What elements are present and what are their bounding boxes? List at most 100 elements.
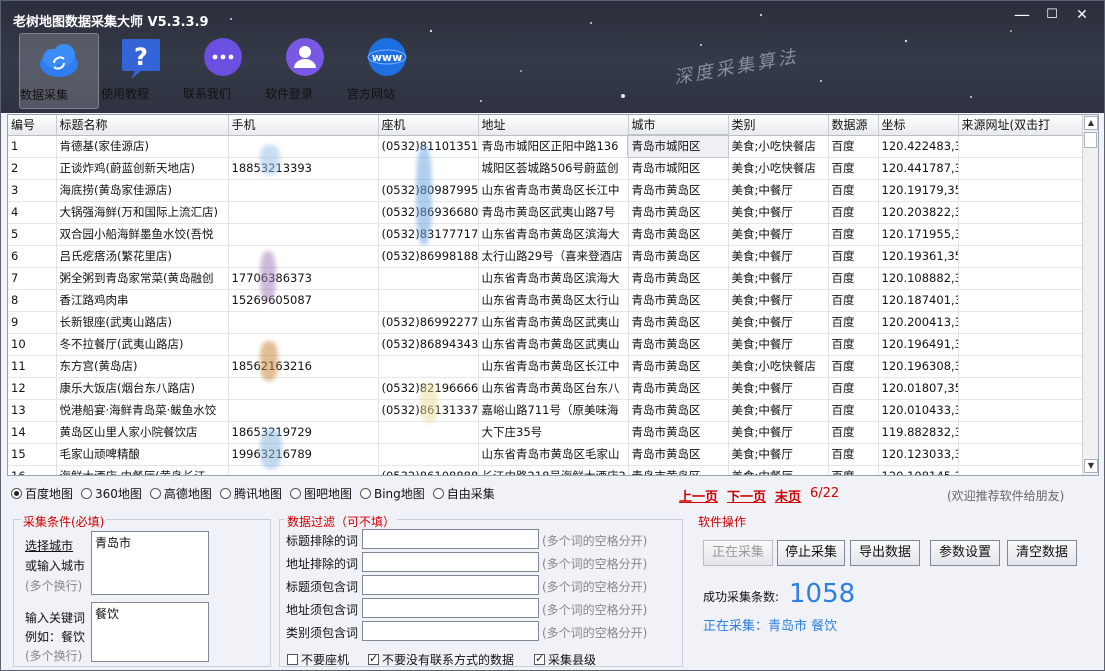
table-row[interactable]: 1 肯德基(家佳源店) (0532)81101351 青岛市城阳区正阳中路136 青岛市… (8, 134, 1086, 158)
table-cell[interactable]: 百度 (828, 223, 879, 246)
table-cell[interactable]: 青岛市黄岛区 (628, 399, 729, 422)
table-row[interactable]: 11东方宫(黄岛店)18562163216 山东省青岛市黄岛区长江中青岛市黄岛区美… (8, 355, 1086, 378)
table-cell[interactable]: 美食;中餐厅 (728, 421, 829, 444)
table-row[interactable]: 4大锅强海鲜(万和国际上流汇店)(0532)86936680青岛市黄岛区武夷山路… (8, 201, 1086, 224)
maximize-button[interactable]: ☐ (1038, 5, 1066, 25)
table-cell[interactable] (958, 267, 1086, 290)
table-cell[interactable]: 百度 (828, 201, 879, 224)
table-cell[interactable]: 百度 (828, 443, 879, 466)
table-cell[interactable]: 百度 (828, 311, 879, 334)
table-cell[interactable]: 120.196491,35 (878, 333, 959, 356)
table-cell[interactable]: 山东省青岛市黄岛区长江中 (478, 355, 629, 378)
table-cell[interactable]: 美食;中餐厅 (728, 311, 829, 334)
table-cell[interactable]: 青岛市黄岛区 (628, 421, 729, 444)
table-cell[interactable]: 悦港船宴·海鲜青岛菜·鲅鱼水饺 (56, 399, 229, 422)
table-cell[interactable] (958, 245, 1086, 268)
table-cell[interactable]: 美食;中餐厅 (728, 179, 829, 202)
table-row[interactable]: 10 冬不拉餐厅(武夷山路店) (0532)86894343 山东省青岛市黄岛区武夷山… (8, 333, 1086, 356)
filter-checkbox[interactable]: 不要没有联系方式的数据 (368, 651, 514, 668)
table-cell[interactable]: 百度 (828, 399, 879, 422)
table-cell[interactable]: 正谈炸鸡(蔚蓝创新天地店) (56, 157, 229, 180)
table-cell[interactable]: 青岛市黄岛区 (628, 267, 729, 290)
table-cell[interactable] (958, 465, 1086, 475)
table-cell[interactable]: 美食;中餐厅 (728, 377, 829, 400)
filter-input[interactable] (362, 575, 539, 595)
table-cell[interactable]: 吕氏疙瘩汤(繁花里店) (56, 245, 229, 268)
table-cell[interactable]: 百度 (828, 377, 879, 400)
clear-data-button[interactable]: 清空数据 (1007, 540, 1077, 566)
engine-radio[interactable]: 百度地图 (11, 485, 73, 502)
table-cell[interactable]: 海底捞(黄岛家佳源店) (56, 179, 229, 202)
toolbar-contact[interactable]: 联系我们 (183, 33, 263, 109)
table-cell[interactable] (228, 223, 379, 246)
table-cell[interactable]: 嘉峪山路711号（原美味海 (478, 399, 629, 422)
table-cell[interactable]: 17706386373 (228, 267, 379, 290)
table-cell[interactable] (228, 179, 379, 202)
table-cell[interactable] (228, 465, 379, 475)
table-cell[interactable]: 15269605087 (228, 289, 379, 312)
toolbar-tutorial[interactable]: ? 使用教程 (101, 33, 181, 109)
select-city-link[interactable]: 选择城市 (25, 537, 73, 554)
table-cell[interactable]: 美食;小吃快餐店 (728, 135, 829, 158)
table-row[interactable]: 2正谈炸鸡(蔚蓝创新天地店)18853213393 城阳区荟城路506号蔚蓝创青岛… (8, 157, 1086, 180)
table-cell[interactable] (958, 179, 1086, 202)
table-cell[interactable]: 美食;中餐厅 (728, 267, 829, 290)
toolbar-website[interactable]: www 官方网站 (347, 33, 427, 109)
table-cell[interactable]: (0532)86992277 (378, 311, 479, 334)
table-cell[interactable]: 百度 (828, 135, 879, 158)
table-cell[interactable]: 9 (8, 311, 57, 334)
engine-radio[interactable]: 自由采集 (432, 485, 495, 502)
scroll-thumb[interactable] (1084, 132, 1097, 148)
table-cell[interactable]: 美食;中餐厅 (728, 465, 829, 475)
table-cell[interactable]: 山东省青岛市黄岛区滨海大 (478, 223, 629, 246)
table-cell[interactable]: 18653219729 (228, 421, 379, 444)
table-cell[interactable]: 青岛市黄岛区 (628, 333, 729, 356)
table-cell[interactable]: 120.123033,35 (878, 443, 959, 466)
table-cell[interactable]: 1 (8, 135, 57, 158)
table-cell[interactable]: 14 (8, 421, 57, 444)
table-cell[interactable]: 16 (8, 465, 57, 475)
table-cell[interactable]: 10 (8, 333, 57, 356)
table-cell[interactable]: 山东省青岛市黄岛区太行山 (478, 289, 629, 312)
prev-page-link[interactable]: 上一页 (679, 486, 718, 505)
table-cell[interactable] (378, 443, 479, 466)
table-cell[interactable] (958, 201, 1086, 224)
column-header[interactable]: 编号 (8, 115, 57, 136)
export-data-button[interactable]: 导出数据 (850, 540, 920, 566)
table-cell[interactable]: 山东省青岛市黄岛区滨海大 (478, 267, 629, 290)
table-cell[interactable]: 11 (8, 355, 57, 378)
table-cell[interactable]: 5 (8, 223, 57, 246)
table-cell[interactable]: 美食;中餐厅 (728, 333, 829, 356)
table-cell[interactable] (228, 333, 379, 356)
table-cell[interactable]: 美食;中餐厅 (728, 201, 829, 224)
table-cell[interactable]: 长新银座(武夷山路店) (56, 311, 229, 334)
collecting-button[interactable]: 正在采集 (703, 540, 773, 566)
table-cell[interactable]: 4 (8, 201, 57, 224)
column-header[interactable]: 来源网址(双击打 (958, 115, 1086, 136)
filter-input[interactable] (362, 552, 539, 572)
scroll-down-arrow-icon[interactable]: ▼ (1084, 459, 1098, 473)
table-cell[interactable]: 13 (8, 399, 57, 422)
table-cell[interactable]: (0532)86998188 (378, 245, 479, 268)
table-cell[interactable] (958, 157, 1086, 180)
table-cell[interactable]: 15 (8, 443, 57, 466)
table-cell[interactable]: 120.441787,36 (878, 157, 959, 180)
table-cell[interactable] (958, 355, 1086, 378)
table-cell[interactable] (228, 245, 379, 268)
table-cell[interactable]: 120.19361,35. (878, 245, 959, 268)
table-cell[interactable]: 美食;中餐厅 (728, 223, 829, 246)
table-cell[interactable]: 黄岛区山里人家小院餐饮店 (56, 421, 229, 444)
table-cell[interactable]: 6 (8, 245, 57, 268)
column-header[interactable]: 手机 (228, 115, 379, 136)
filter-checkbox[interactable]: 采集县级 (534, 651, 596, 668)
table-cell[interactable] (378, 267, 479, 290)
table-row[interactable]: 16 海鲜大酒店·中餐厅(黄岛长江 (0532)86108888 长江中路218号海鲜… (8, 465, 1086, 475)
table-row[interactable]: 9 长新银座(武夷山路店) (0532)86992277 山东省青岛市黄岛区武夷山 青岛… (8, 311, 1086, 334)
table-cell[interactable]: 冬不拉餐厅(武夷山路店) (56, 333, 229, 356)
table-cell[interactable] (958, 443, 1086, 466)
toolbar-login[interactable]: 软件登录 (265, 33, 345, 109)
column-header[interactable]: 坐标 (878, 115, 959, 136)
table-cell[interactable]: 百度 (828, 245, 879, 268)
table-cell[interactable]: 120.19179,35. (878, 179, 959, 202)
table-cell[interactable]: 大锅强海鲜(万和国际上流汇店) (56, 201, 229, 224)
